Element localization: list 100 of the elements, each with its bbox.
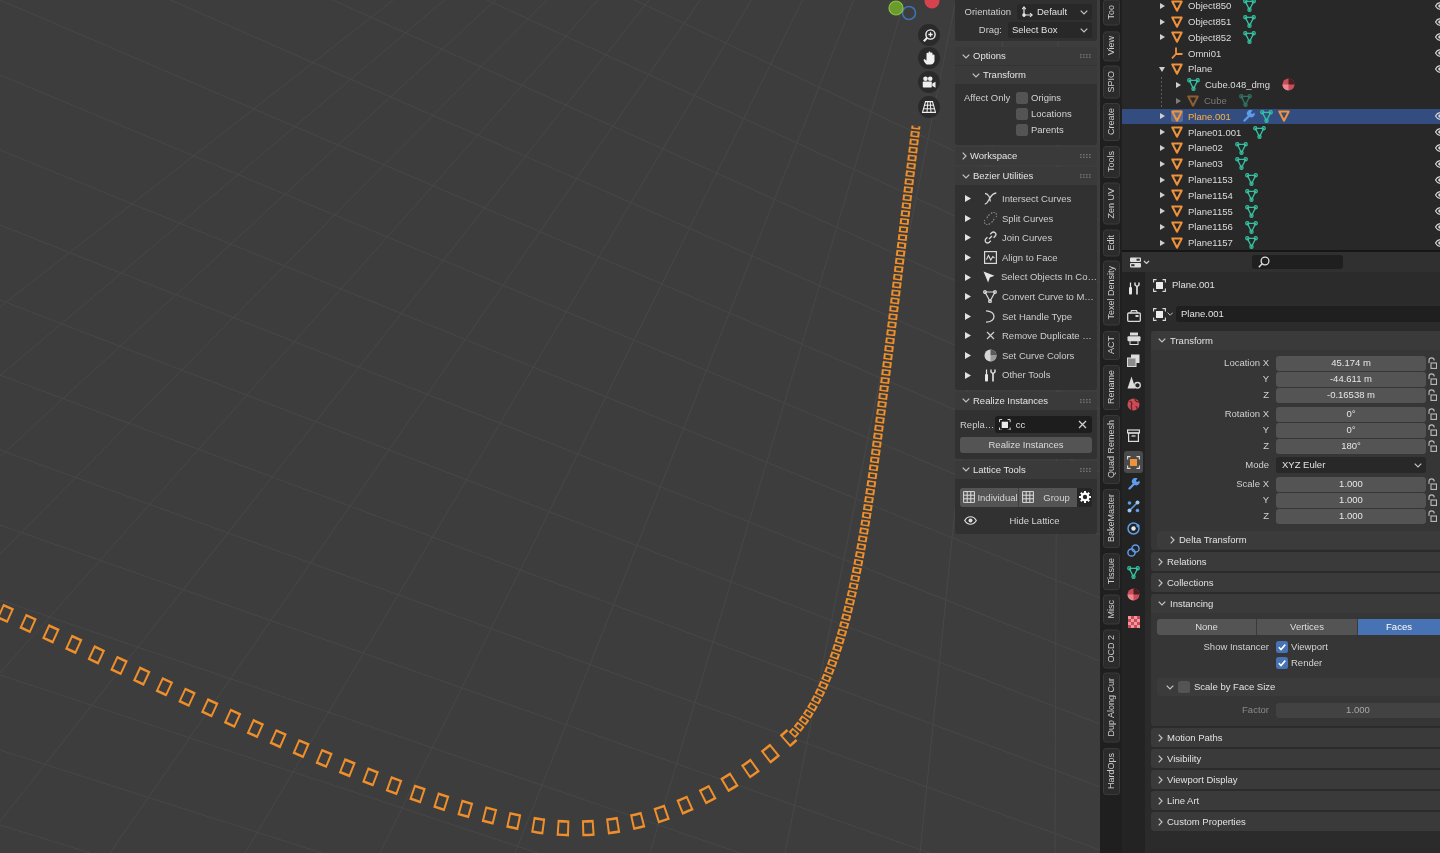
properties-tab[interactable] (1124, 451, 1143, 473)
eye-icon[interactable] (1435, 1, 1440, 10)
open-padlock-icon[interactable] (1428, 494, 1437, 506)
number-field[interactable]: -44.611 m (1276, 371, 1426, 387)
eye-icon[interactable] (1435, 128, 1440, 137)
instancing-option[interactable]: Vertices (1256, 619, 1357, 635)
sidebar-tab[interactable]: Misc (1102, 595, 1120, 625)
sidebar-tab[interactable]: Tissue (1102, 553, 1120, 591)
open-padlock-icon[interactable] (1428, 389, 1437, 401)
dropdown[interactable]: XYZ Euler (1276, 457, 1426, 473)
drag-handle-icon[interactable] (1080, 174, 1091, 178)
panel-header[interactable]: Visibility (1151, 749, 1440, 768)
sidebar-tab[interactable]: Texel Density (1102, 261, 1120, 326)
eye-icon[interactable] (1435, 191, 1440, 200)
number-field[interactable]: -0.16538 m (1276, 387, 1426, 403)
dropdown[interactable]: Default (1017, 4, 1092, 20)
number-field[interactable]: 0° (1276, 422, 1426, 438)
sidebar-tab[interactable]: Dup Along Cur (1102, 673, 1120, 743)
drag-handle-icon[interactable] (1080, 154, 1091, 158)
outliner-row[interactable]: Plane01.001 (1122, 124, 1440, 141)
disclosure-triangle-icon[interactable] (1159, 129, 1165, 136)
tool-list-item[interactable]: Join Curves (955, 228, 1097, 248)
open-padlock-icon[interactable] (1428, 424, 1437, 436)
mode-button[interactable]: Group (1018, 487, 1077, 507)
sidebar-tab[interactable]: ACT (1102, 331, 1120, 360)
tool-list-item[interactable]: Align to Face (955, 247, 1097, 268)
open-padlock-icon[interactable] (1428, 510, 1437, 522)
subpanel-header[interactable]: Transform (955, 65, 1097, 84)
sidebar-tab[interactable]: Create (1102, 103, 1120, 142)
tool-list-item[interactable]: Set Handle Type (955, 306, 1097, 327)
sidebar-tab[interactable]: SPIO (1102, 65, 1120, 99)
object-name-field[interactable]: Plane.001 (1176, 306, 1440, 322)
outliner-row[interactable]: Plane1153 (1122, 171, 1440, 188)
panel-header[interactable]: Options (955, 47, 1097, 65)
settings-button[interactable] (1077, 487, 1092, 507)
eye-icon[interactable] (1435, 144, 1440, 153)
number-field[interactable]: 1.000 (1276, 492, 1426, 508)
drag-handle-icon[interactable] (1080, 467, 1091, 472)
panel-header[interactable]: Instancing (1151, 594, 1440, 613)
number-field[interactable]: 1.000 (1276, 508, 1426, 524)
dropdown[interactable]: Select Box (1008, 22, 1092, 38)
disclosure-triangle-icon[interactable] (1159, 145, 1165, 152)
toggle-button[interactable]: Hide Lattice (960, 510, 1092, 531)
eye-icon[interactable] (1435, 65, 1440, 74)
disclosure-triangle-icon[interactable] (1159, 176, 1165, 183)
eye-icon[interactable] (1435, 159, 1440, 168)
eye-icon[interactable] (1435, 175, 1440, 184)
open-padlock-icon[interactable] (1428, 373, 1437, 385)
checkbox[interactable] (1016, 92, 1028, 104)
pan-button[interactable] (918, 47, 940, 69)
outliner-row[interactable]: Object852 (1122, 29, 1440, 46)
sidebar-tab[interactable]: Tools (1102, 146, 1120, 179)
sidebar-tab[interactable]: Rename (1102, 365, 1120, 410)
object-field[interactable]: cc (995, 415, 1092, 433)
sidebar-tab[interactable]: BakeMaster (1102, 489, 1120, 549)
disclosure-triangle-icon[interactable] (1159, 192, 1165, 199)
panel-header[interactable]: Relations (1151, 552, 1440, 571)
eye-icon[interactable] (1435, 238, 1440, 247)
number-field[interactable]: 45.174 m (1276, 355, 1426, 371)
panel-header[interactable]: Collections (1151, 573, 1440, 592)
eye-icon[interactable] (1435, 112, 1440, 121)
drag-handle-icon[interactable] (1080, 54, 1091, 58)
checkbox[interactable] (1016, 108, 1028, 120)
outliner-row[interactable]: Omni01 (1122, 45, 1440, 62)
sidebar-tab[interactable]: Quad Remesh (1102, 415, 1120, 485)
disclosure-triangle-icon[interactable] (1159, 18, 1165, 25)
tool-list-item[interactable]: Convert Curve to M… (955, 286, 1097, 307)
outliner-row[interactable]: Plane1154 (1122, 187, 1440, 204)
panel-header[interactable]: Line Art (1151, 791, 1440, 810)
outliner-row[interactable]: Plane1155 (1122, 203, 1440, 220)
drag-handle-icon[interactable] (1080, 398, 1091, 403)
perspective-toggle-button[interactable] (918, 96, 940, 118)
disclosure-triangle-icon[interactable] (1159, 239, 1165, 246)
open-padlock-icon[interactable] (1428, 357, 1437, 369)
outliner-row[interactable]: Plane1157 (1122, 234, 1440, 250)
disclosure-triangle-icon[interactable] (1159, 208, 1165, 215)
open-padlock-icon[interactable] (1428, 440, 1437, 452)
checkbox[interactable] (1016, 124, 1028, 136)
instancing-option[interactable]: Faces (1357, 619, 1440, 635)
disclosure-triangle-icon[interactable] (1159, 34, 1165, 41)
outliner-row[interactable]: Plane (1122, 61, 1440, 77)
number-field[interactable]: 1.000 (1276, 476, 1426, 492)
number-field[interactable]: 180° (1276, 438, 1426, 454)
clear-icon[interactable] (1078, 419, 1087, 429)
disclosure-triangle-icon[interactable] (1159, 224, 1165, 231)
tool-list-item[interactable]: Remove Duplicate … (955, 326, 1097, 346)
eye-icon[interactable] (1435, 49, 1440, 58)
zoom-button[interactable] (918, 24, 940, 46)
camera-view-button[interactable] (918, 71, 940, 93)
sidebar-tab[interactable]: Zen UV (1102, 183, 1120, 225)
outliner-row[interactable]: Object850 (1122, 0, 1440, 14)
panel-header[interactable]: Viewport Display (1151, 770, 1440, 789)
tool-list-item[interactable]: Split Curves (955, 208, 1097, 229)
tool-list-item[interactable]: Intersect Curves (955, 189, 1097, 209)
instancing-option[interactable]: None (1157, 619, 1256, 635)
number-field[interactable]: 0° (1276, 406, 1426, 422)
outliner-row[interactable]: Plane.001 (1122, 108, 1440, 125)
disclosure-triangle-icon[interactable] (1159, 2, 1165, 9)
disclosure-triangle-icon[interactable] (1175, 81, 1181, 88)
disclosure-triangle-icon[interactable] (1159, 66, 1165, 72)
